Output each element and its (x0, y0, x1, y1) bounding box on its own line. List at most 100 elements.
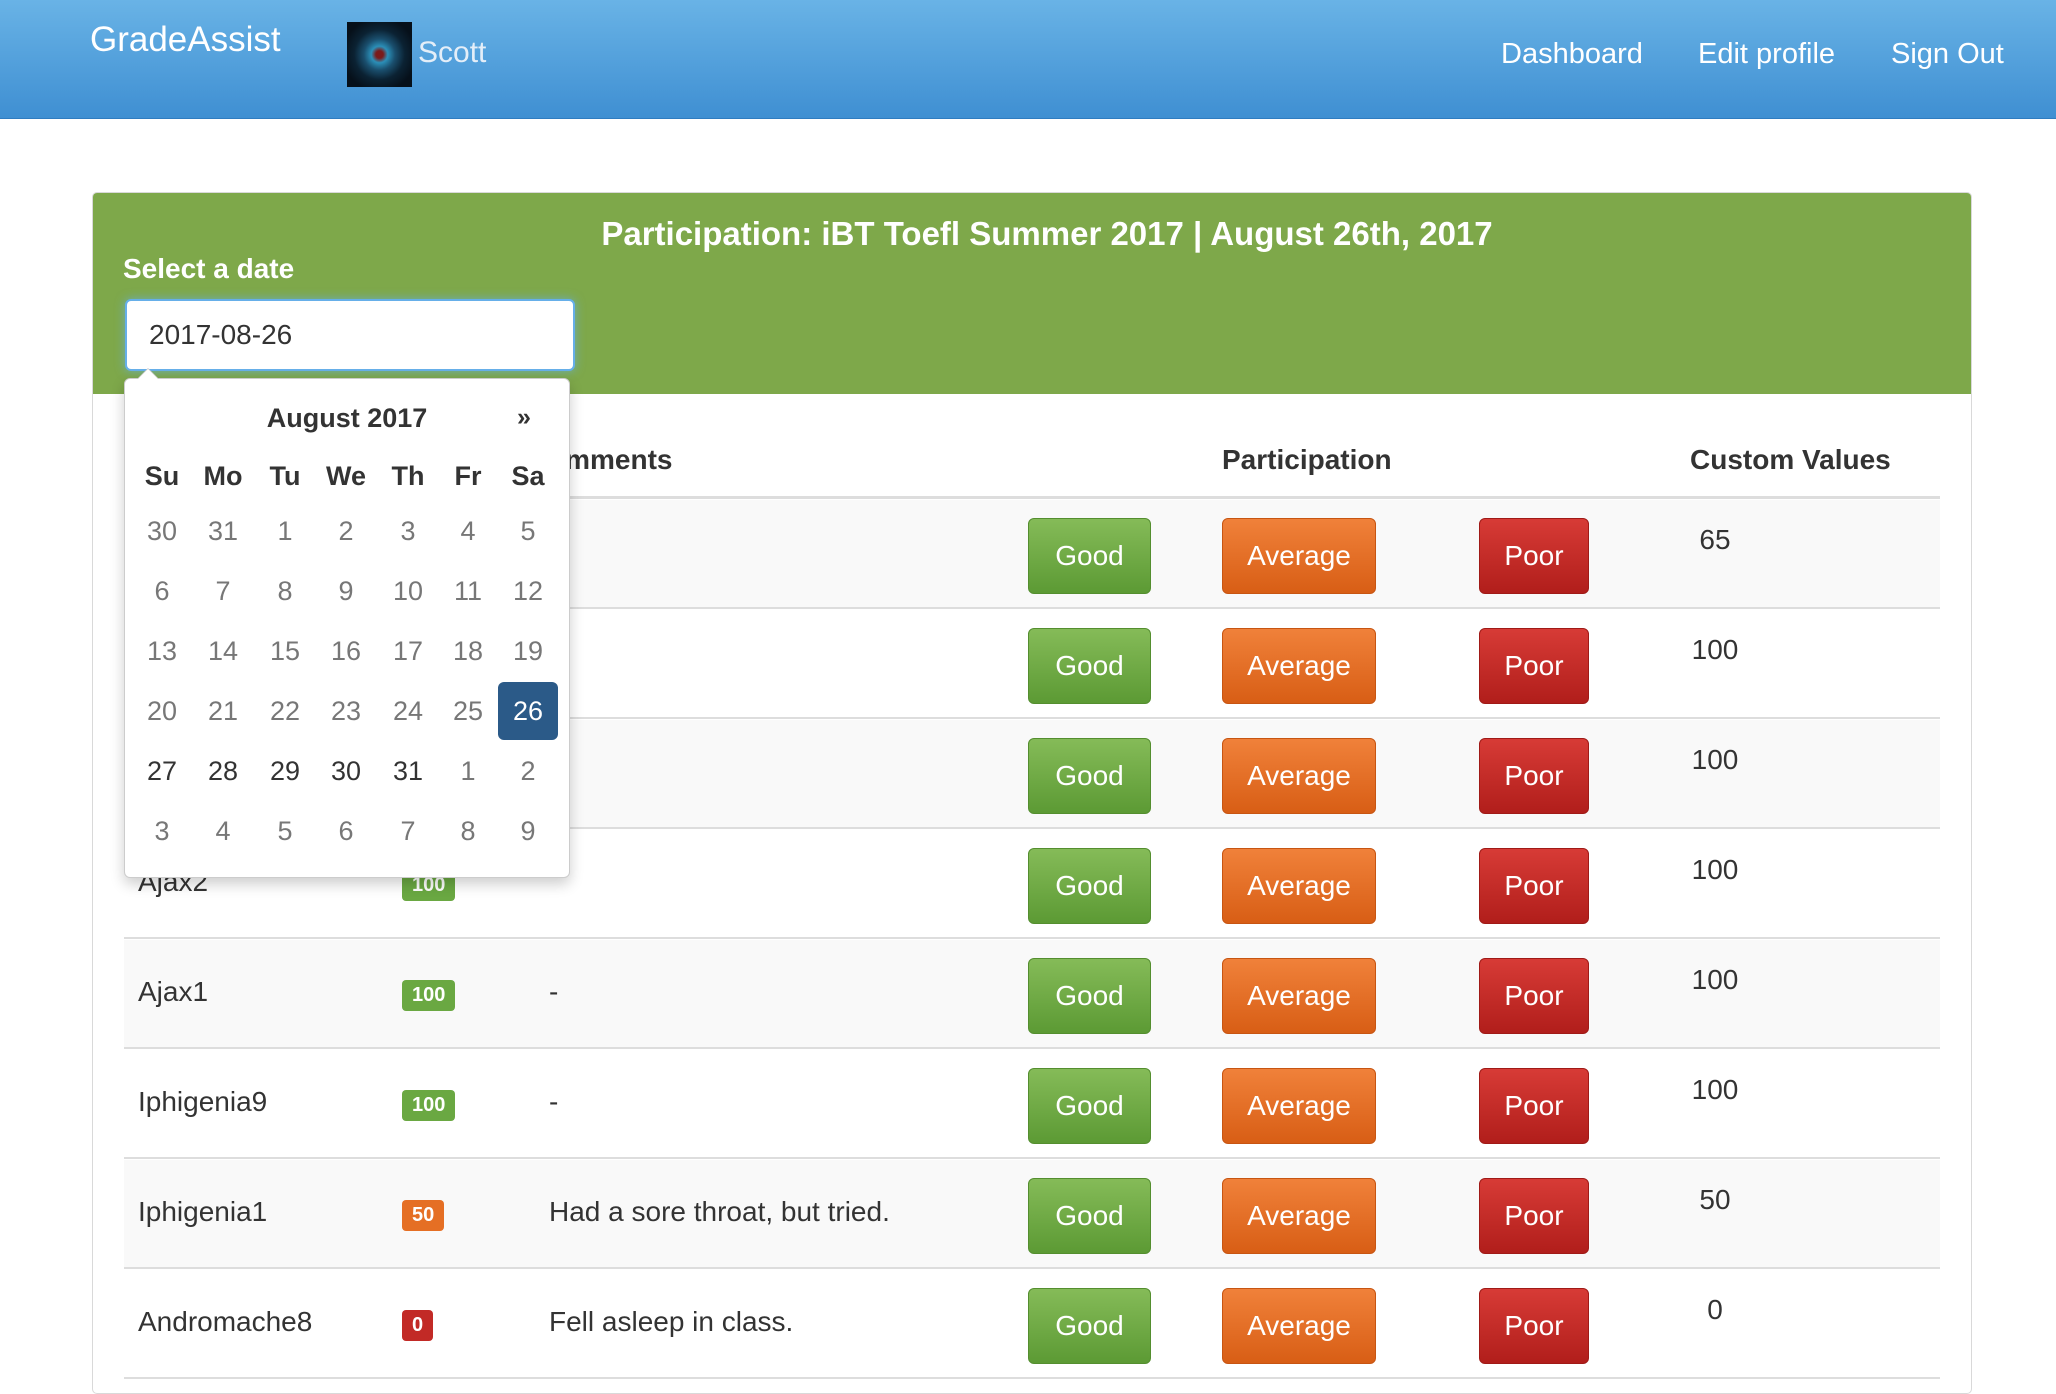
datepicker-day[interactable]: 26 (498, 682, 558, 740)
weekday-label: Mo (203, 461, 243, 491)
datepicker-popup: August 2017 » Su Mo Tu We Th Fr Sa 30 31 1 2 3 4 5 6 7 8… (124, 368, 570, 878)
nav-edit-profile-link[interactable]: Edit profile (1698, 38, 1835, 71)
student-comment: Had a sore throat, but tried. (549, 1196, 890, 1227)
datepicker-day[interactable]: 31 (378, 742, 438, 800)
datepicker-day[interactable]: 5 (498, 502, 558, 560)
datepicker-day[interactable]: 21 (193, 682, 253, 740)
datepicker-day[interactable]: 17 (378, 622, 438, 680)
panel-heading: Participation: iBT Toefl Summer 2017 | A… (93, 193, 1971, 394)
student-comment: Fell asleep in class. (549, 1306, 794, 1337)
top-navbar: GradeAssist Scott Dashboard Edit profile… (0, 0, 2056, 119)
datepicker-day[interactable]: 30 (316, 742, 376, 800)
good-button[interactable]: Good (1028, 738, 1151, 814)
datepicker-day[interactable]: 23 (316, 682, 376, 740)
student-name: Andromache8 (138, 1306, 313, 1337)
datepicker-day[interactable]: 7 (378, 802, 438, 860)
datepicker-day[interactable]: 27 (132, 742, 192, 800)
poor-button[interactable]: Poor (1479, 1288, 1589, 1364)
good-button[interactable]: Good (1028, 958, 1151, 1034)
average-button[interactable]: Average (1222, 1288, 1376, 1364)
poor-button[interactable]: Poor (1479, 1068, 1589, 1144)
datepicker-day[interactable]: 13 (132, 622, 192, 680)
good-button[interactable]: Good (1028, 518, 1151, 594)
datepicker-day[interactable]: 3 (132, 802, 192, 860)
user-name: Scott (418, 36, 487, 69)
datepicker-day[interactable]: 22 (255, 682, 315, 740)
datepicker-day[interactable]: 24 (378, 682, 438, 740)
custom-value: 0 (1707, 1294, 1723, 1325)
custom-value: 100 (1691, 634, 1739, 665)
student-name: Ajax1 (138, 976, 209, 1007)
average-button[interactable]: Average (1222, 1068, 1376, 1144)
datepicker-day[interactable]: 10 (378, 562, 438, 620)
poor-button[interactable]: Poor (1479, 628, 1589, 704)
date-label: Select a date (123, 253, 295, 284)
datepicker-day[interactable]: 4 (193, 802, 253, 860)
good-button[interactable]: Good (1028, 848, 1151, 924)
datepicker-day[interactable]: 8 (438, 802, 498, 860)
custom-value: 100 (1691, 1074, 1739, 1105)
weekday-label: Fr (454, 461, 482, 491)
datepicker-day[interactable]: 6 (132, 562, 192, 620)
datepicker-day[interactable]: 2 (498, 742, 558, 800)
datepicker-day[interactable]: 19 (498, 622, 558, 680)
student-name: Iphigenia1 (138, 1196, 268, 1227)
datepicker-day[interactable]: 14 (193, 622, 253, 680)
datepicker-day[interactable]: 18 (438, 622, 498, 680)
datepicker-day[interactable]: 9 (498, 802, 558, 860)
good-button[interactable]: Good (1028, 1288, 1151, 1364)
custom-value: 100 (1691, 854, 1739, 885)
datepicker-day[interactable]: 5 (255, 802, 315, 860)
poor-button[interactable]: Poor (1479, 848, 1589, 924)
poor-button[interactable]: Poor (1479, 1178, 1589, 1254)
datepicker-day[interactable]: 16 (316, 622, 376, 680)
table-row: Andromache8 0 Fell asleep in class. Good… (124, 1270, 1940, 1379)
table-row: Iphigenia9 100 - Good Average Poor 100 (124, 1050, 1940, 1159)
custom-value: 50 (1699, 1184, 1731, 1215)
datepicker-month-title[interactable]: August 2017 (125, 403, 569, 434)
date-input[interactable] (125, 299, 575, 371)
datepicker-day[interactable]: 15 (255, 622, 315, 680)
weekday-label: Su (144, 461, 180, 491)
datepicker-day[interactable]: 25 (438, 682, 498, 740)
good-button[interactable]: Good (1028, 1178, 1151, 1254)
average-button[interactable]: Average (1222, 958, 1376, 1034)
poor-button[interactable]: Poor (1479, 738, 1589, 814)
datepicker-next-button[interactable]: » (517, 403, 531, 432)
average-button[interactable]: Average (1222, 1178, 1376, 1254)
datepicker-day[interactable]: 2 (316, 502, 376, 560)
datepicker-day[interactable]: 30 (132, 502, 192, 560)
average-button[interactable]: Average (1222, 848, 1376, 924)
datepicker-day[interactable]: 3 (378, 502, 438, 560)
average-button[interactable]: Average (1222, 628, 1376, 704)
datepicker-day[interactable]: 9 (316, 562, 376, 620)
datepicker-day[interactable]: 6 (316, 802, 376, 860)
datepicker-day[interactable]: 29 (255, 742, 315, 800)
score-badge: 100 (402, 1090, 456, 1121)
good-button[interactable]: Good (1028, 1068, 1151, 1144)
average-button[interactable]: Average (1222, 738, 1376, 814)
datepicker-day[interactable]: 7 (193, 562, 253, 620)
average-button[interactable]: Average (1222, 518, 1376, 594)
datepicker-day[interactable]: 12 (498, 562, 558, 620)
brand-logo[interactable]: GradeAssist (90, 20, 281, 60)
nav-dashboard-link[interactable]: Dashboard (1501, 38, 1643, 71)
datepicker-day[interactable]: 4 (438, 502, 498, 560)
datepicker-day[interactable]: 8 (255, 562, 315, 620)
datepicker-day[interactable]: 20 (132, 682, 192, 740)
student-comment: - (549, 976, 559, 1007)
datepicker-day[interactable]: 28 (193, 742, 253, 800)
score-badge: 50 (402, 1200, 445, 1231)
score-badge: 100 (402, 980, 456, 1011)
datepicker-day[interactable]: 1 (255, 502, 315, 560)
avatar (347, 22, 412, 87)
datepicker-day[interactable]: 31 (193, 502, 253, 560)
page-title: Participation: iBT Toefl Summer 2017 | A… (601, 215, 1493, 252)
datepicker-day[interactable]: 1 (438, 742, 498, 800)
poor-button[interactable]: Poor (1479, 518, 1589, 594)
good-button[interactable]: Good (1028, 628, 1151, 704)
poor-button[interactable]: Poor (1479, 958, 1589, 1034)
nav-sign-out-link[interactable]: Sign Out (1891, 38, 2004, 71)
datepicker-day[interactable]: 11 (438, 562, 498, 620)
weekday-label: Th (391, 461, 425, 491)
